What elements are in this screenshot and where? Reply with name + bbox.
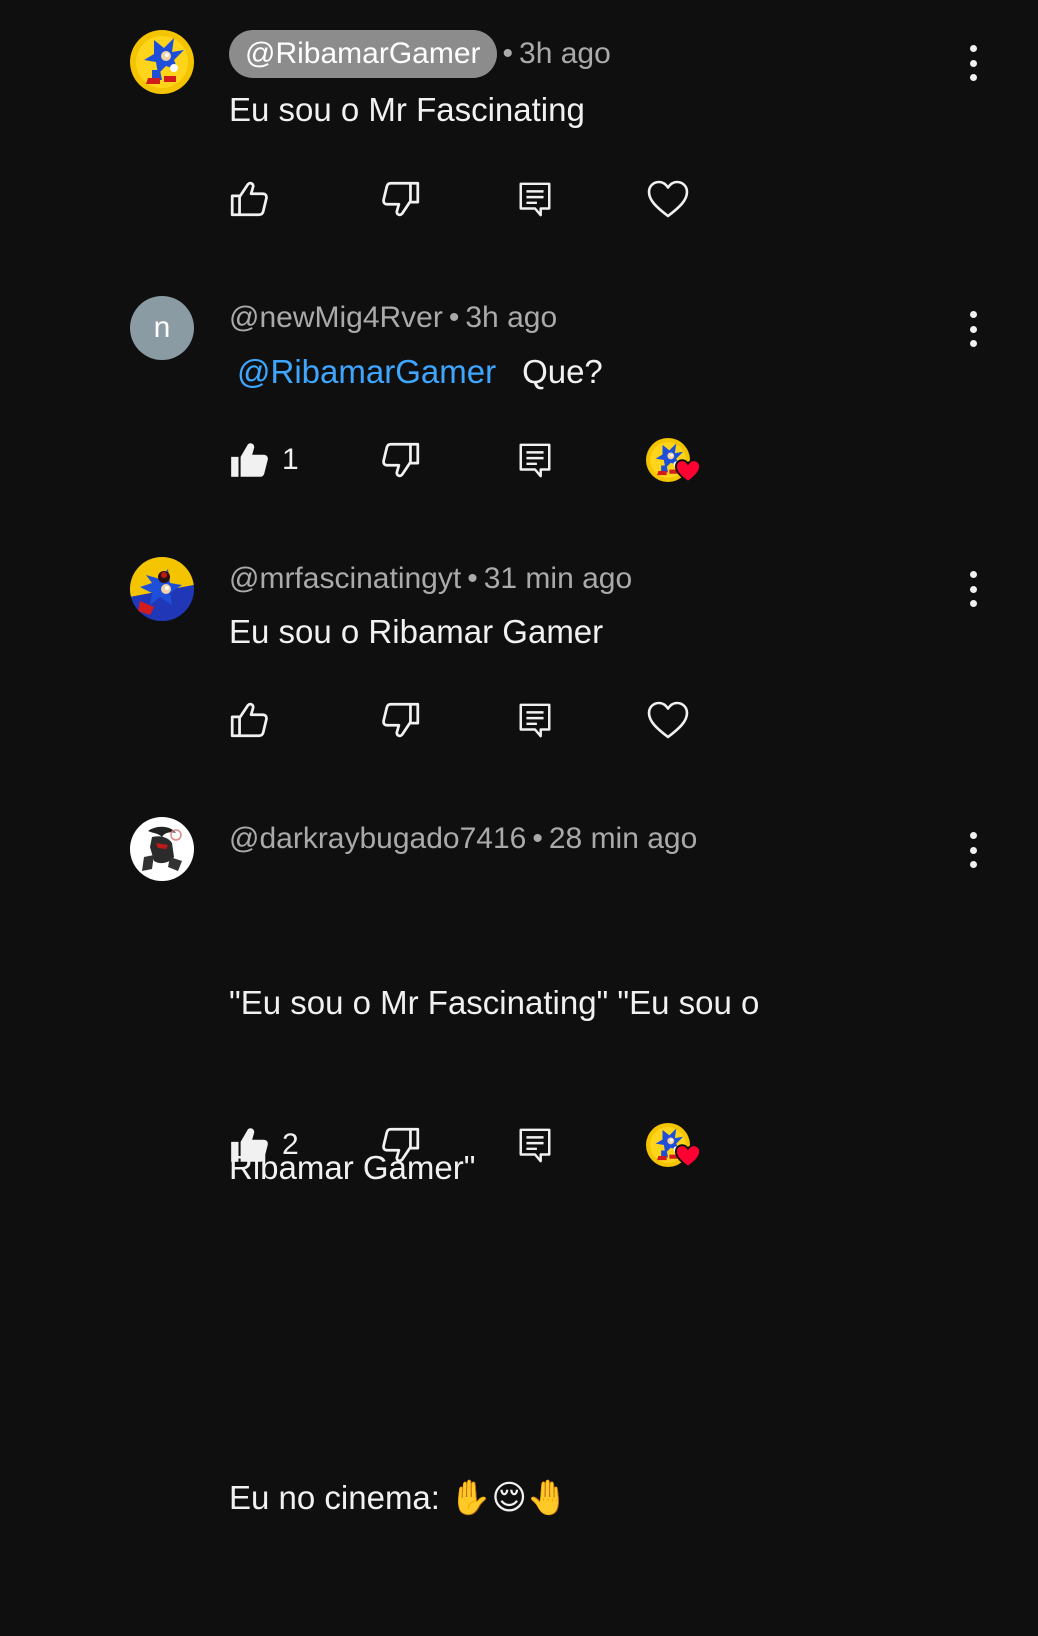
comment-text: "Eu sou o Mr Fascinating" "Eu sou o Riba… [229, 865, 929, 1636]
dislike-button[interactable] [380, 175, 422, 223]
heart-icon [646, 178, 690, 220]
comment-text-line: "Eu sou o Mr Fascinating" "Eu sou o [229, 984, 760, 1021]
reply-icon [516, 178, 554, 220]
comment-actions [228, 175, 728, 223]
like-count: 2 [282, 1128, 299, 1161]
heart-button[interactable] [646, 696, 690, 744]
dislike-icon [380, 178, 422, 220]
creator-heart-badge [646, 1121, 702, 1169]
blank-line: ​ [229, 1305, 929, 1360]
reply-icon [516, 699, 554, 741]
emoji-sequence: ✋😌🤚 [449, 1479, 570, 1517]
dislike-button[interactable] [380, 1121, 422, 1169]
comment-header: @newMig4Rver • 3h ago [229, 294, 557, 342]
dislike-icon [380, 439, 422, 481]
separator: • [502, 37, 514, 70]
comment-time: 28 min ago [548, 822, 698, 855]
author-name[interactable]: @newMig4Rver [229, 301, 443, 335]
comment-text: Eu sou o Mr Fascinating [229, 91, 585, 128]
reply-button[interactable] [516, 1121, 554, 1169]
reply-button[interactable] [516, 696, 554, 744]
dislike-button[interactable] [380, 436, 422, 484]
author-name[interactable]: @darkraybugado7416 [229, 822, 526, 856]
avatar-image [130, 30, 194, 94]
more-vert-icon[interactable] [956, 41, 990, 85]
more-vert-icon[interactable] [956, 567, 990, 611]
avatar[interactable] [130, 557, 194, 621]
like-button[interactable]: 1 [228, 436, 299, 484]
like-icon [228, 1124, 270, 1166]
comment-text-line: Eu no cinema: ✋😌🤚 [229, 1470, 929, 1526]
more-vert-icon[interactable] [956, 307, 990, 351]
like-count: 1 [282, 443, 299, 476]
dislike-icon [380, 699, 422, 741]
more-vert-icon[interactable] [956, 828, 990, 872]
reply-button[interactable] [516, 436, 554, 484]
heart-icon [674, 1143, 702, 1169]
heart-icon [646, 699, 690, 741]
comment-time: 3h ago [465, 301, 558, 334]
author-name-highlighted[interactable]: @RibamarGamer [229, 30, 497, 78]
separator: • [467, 562, 478, 595]
comment-time: 31 min ago [483, 562, 633, 595]
heart-button[interactable] [646, 175, 690, 223]
comment-actions: 2 [228, 1121, 728, 1169]
avatar-image [130, 557, 194, 621]
avatar[interactable]: n [130, 296, 194, 360]
creator-heart-badge [646, 436, 702, 484]
comment-time: 3h ago [519, 37, 611, 70]
avatar[interactable] [130, 817, 194, 881]
like-button[interactable]: 2 [228, 1121, 299, 1169]
separator: • [532, 822, 543, 855]
like-icon [228, 439, 270, 481]
like-icon [228, 699, 270, 741]
comment-text: Eu sou o Ribamar Gamer [229, 613, 604, 650]
like-icon [228, 178, 270, 220]
avatar-image [130, 817, 194, 881]
reply-button[interactable] [516, 175, 554, 223]
like-button[interactable] [228, 696, 270, 744]
heart-icon [674, 458, 702, 484]
comment-header: @darkraybugado7416 • 28 min ago [229, 815, 697, 863]
comment-actions: 1 [228, 436, 728, 484]
comment-header: @RibamarGamer • 3h ago [229, 30, 611, 78]
dislike-icon [380, 1124, 422, 1166]
comment-text-segment: Eu no cinema: [229, 1479, 450, 1516]
avatar-letter: n [153, 311, 171, 344]
separator: • [448, 301, 460, 334]
mention-link[interactable]: @RibamarGamer [237, 353, 496, 390]
comment-header: @mrfascinatingyt • 31 min ago [229, 555, 632, 603]
comment-body: Que? [522, 353, 603, 390]
like-button[interactable] [228, 175, 270, 223]
avatar[interactable] [130, 30, 194, 94]
comment-actions [228, 696, 728, 744]
comment-text: @RibamarGamer Que? [229, 344, 929, 399]
dislike-button[interactable] [380, 696, 422, 744]
reply-icon [516, 1124, 554, 1166]
reply-icon [516, 439, 554, 481]
author-name[interactable]: @mrfascinatingyt [229, 562, 461, 596]
